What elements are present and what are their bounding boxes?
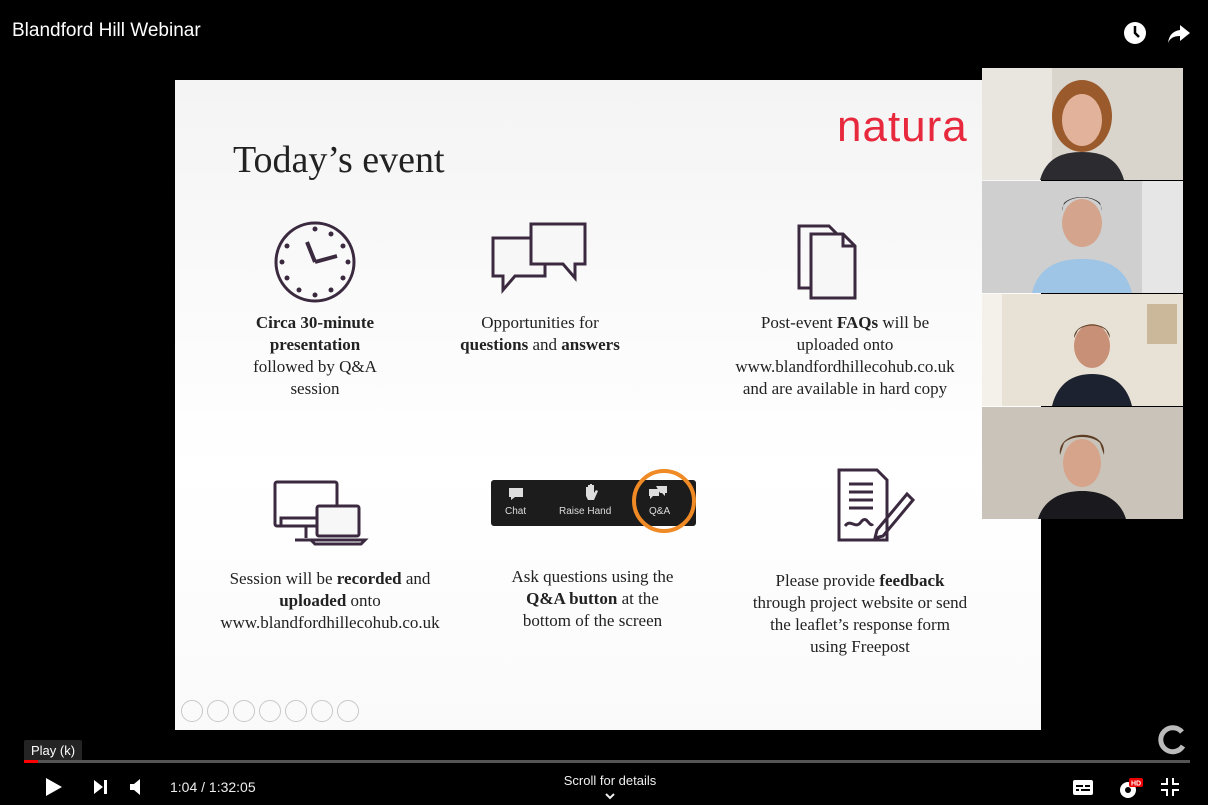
zoom-toolbar-image: Chat Raise Hand Q&A (491, 469, 696, 533)
qa-highlight-circle (631, 468, 697, 539)
documents-icon (795, 216, 859, 305)
caption-faqs: Post-event FAQs will be uploaded onto ww… (735, 313, 955, 398)
chat-icon (508, 486, 524, 507)
slide-title: Today’s event (233, 139, 445, 181)
chat-bubbles-icon (485, 218, 591, 303)
caption-recorded: Session will be recorded and uploaded on… (220, 569, 440, 632)
caption-presentation: Circa 30-minute presentation followed by… (253, 313, 377, 398)
natura-logo: natura (837, 102, 968, 151)
pointer-icon[interactable] (207, 700, 229, 722)
clock-icon (273, 220, 357, 309)
slideshow-toolbar[interactable] (181, 700, 363, 727)
time-display: 1:04 / 1:32:05 (170, 779, 256, 795)
chevron-down-icon (605, 793, 615, 800)
play-button[interactable] (44, 776, 64, 803)
more-options-icon[interactable] (337, 700, 359, 722)
zoom-raise-hand-label: Raise Hand (559, 506, 612, 517)
reload-icon[interactable] (1155, 722, 1189, 761)
settings-hd-button[interactable]: HD (1117, 776, 1145, 805)
participant-video-2 (982, 181, 1183, 293)
progress-bar[interactable] (24, 760, 1190, 763)
captions-button[interactable] (1072, 776, 1094, 803)
zoom-icon[interactable] (285, 700, 307, 722)
signed-document-icon (833, 466, 916, 551)
svg-text:HD: HD (1131, 781, 1141, 788)
caption-feedback: Please provide feedback through project … (752, 571, 968, 656)
participant-video-3 (982, 294, 1183, 406)
raise-hand-icon (583, 483, 599, 508)
play-tooltip: Play (k) (24, 740, 83, 761)
caption-questions: Opportunities for questions and answers (460, 313, 620, 354)
computer-laptop-icon (271, 478, 371, 555)
next-button[interactable] (92, 776, 110, 803)
progress-bar-fill (24, 760, 38, 763)
previous-slide-icon[interactable] (181, 700, 203, 722)
share-icon[interactable] (1166, 20, 1192, 46)
volume-button[interactable] (128, 776, 148, 803)
scroll-hint-label: Scroll for details (563, 773, 657, 788)
scroll-for-details[interactable]: Scroll for details (560, 773, 660, 803)
caption-qa-button: Ask questions using the Q&A button at th… (511, 567, 674, 630)
slides-icon[interactable] (259, 700, 281, 722)
presentation-slide: natura Today’s event Circa 30-minute pre… (175, 80, 1041, 730)
exit-fullscreen-button[interactable] (1159, 776, 1181, 803)
participant-video-4 (982, 407, 1183, 519)
video-title: Blandford Hill Webinar (12, 20, 201, 41)
subtitles-icon[interactable] (311, 700, 333, 722)
pen-icon[interactable] (233, 700, 255, 722)
watch-later-icon[interactable] (1122, 20, 1148, 46)
participant-video-1 (982, 68, 1183, 180)
zoom-chat-label: Chat (505, 506, 527, 517)
